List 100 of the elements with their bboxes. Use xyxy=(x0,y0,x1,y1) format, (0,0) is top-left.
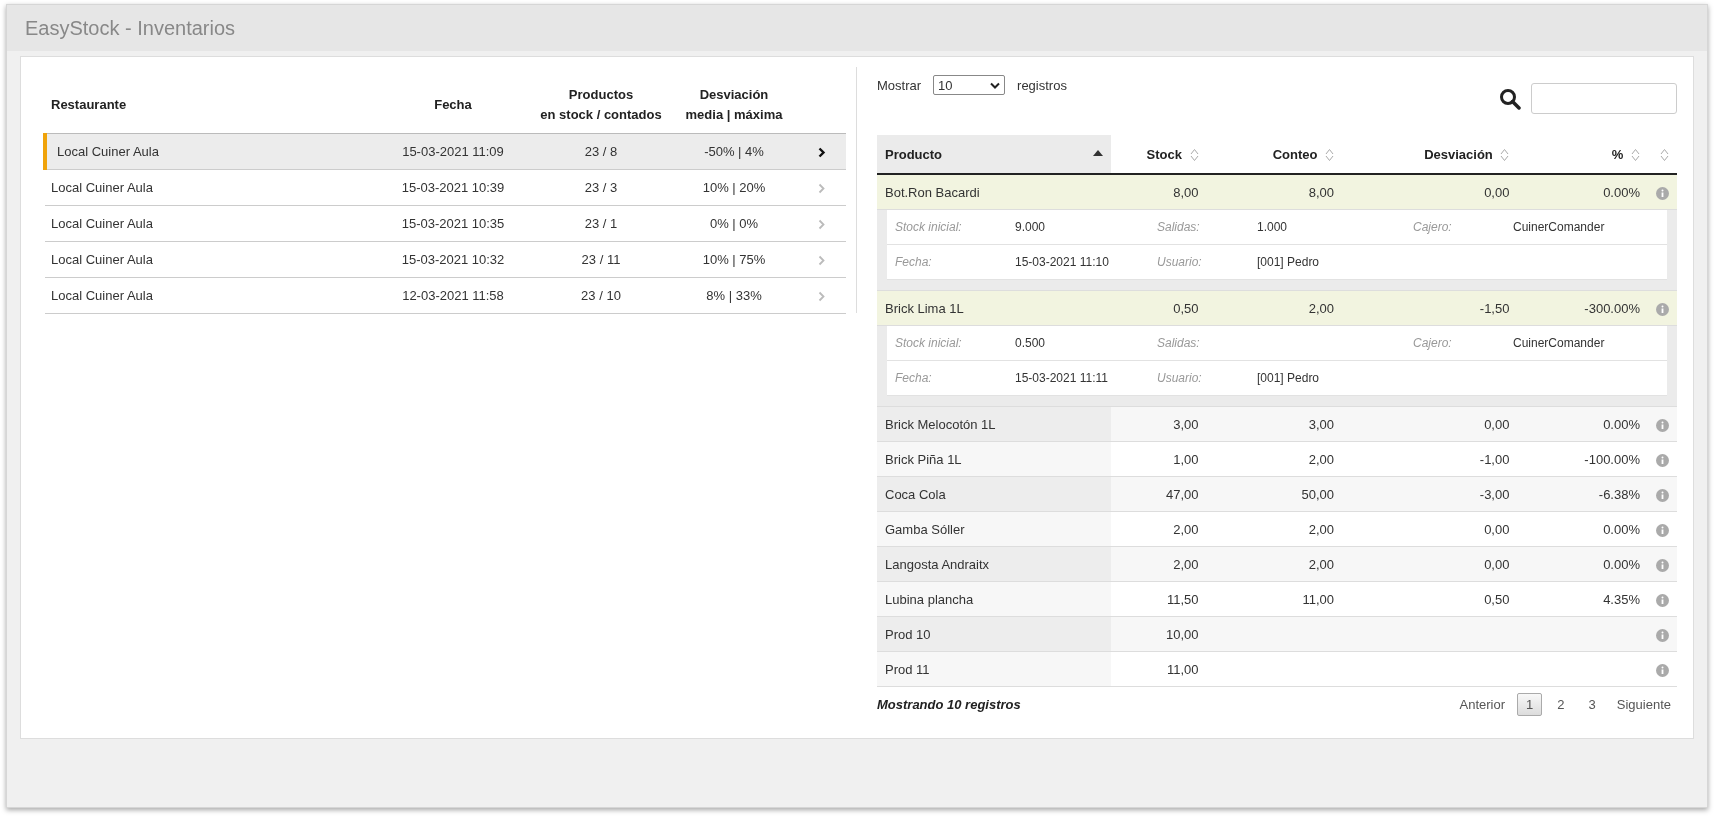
sort-up-icon xyxy=(1092,149,1103,156)
product-row[interactable]: Gamba Sóller 2,00 2,00 0,00 0.00% xyxy=(877,511,1677,547)
table-cell: Prod 10 xyxy=(877,616,1111,652)
table-cell: 23 / 3 xyxy=(532,169,670,206)
product-row[interactable]: Brick Melocotón 1L 3,00 3,00 0,00 0.00% xyxy=(877,406,1677,442)
detail-label: Fecha: xyxy=(895,371,933,385)
info-icon[interactable] xyxy=(1656,628,1669,642)
chevron-right-icon xyxy=(818,291,826,303)
table-cell: 50,00 xyxy=(1301,486,1335,502)
sort-icon xyxy=(1631,147,1640,162)
table-cell: 0.00% xyxy=(1603,521,1640,537)
product-row[interactable]: Prod 10 10,00 xyxy=(877,616,1677,652)
window-title: EasyStock - Inventarios xyxy=(25,16,236,40)
page-button[interactable]: 1 xyxy=(1517,693,1543,716)
table-cell: 8,00 xyxy=(1308,184,1335,200)
table-cell: 2,00 xyxy=(1173,521,1199,537)
records-info: Mostrando 10 registros xyxy=(877,697,1021,712)
table-cell: 4.35% xyxy=(1603,591,1640,607)
table-cell: 0.00% xyxy=(1603,556,1640,572)
next-link[interactable]: Siguiente xyxy=(1610,694,1677,715)
table-cell: 0,50 xyxy=(1484,591,1510,607)
detail-label: Stock inicial: xyxy=(895,336,963,350)
table-cell: 23 / 1 xyxy=(532,205,670,242)
search-icon[interactable] xyxy=(1499,87,1521,110)
inventory-row[interactable]: Local Cuiner Aula 15-03-2021 10:39 23 / 3 10% | 20% xyxy=(45,169,846,206)
table-cell: 0,00 xyxy=(1484,556,1510,572)
table-cell: 0.00% xyxy=(1603,416,1640,432)
table-cell: 2,00 xyxy=(1173,556,1199,572)
product-row[interactable]: Brick Lima 1L 0,50 2,00 -1,50 -300.00% xyxy=(877,290,1677,326)
table-cell: 2,00 xyxy=(1308,300,1335,316)
table-cell: 1,00 xyxy=(1173,451,1199,467)
detail-value: 0.500 xyxy=(1015,336,1046,350)
product-row[interactable]: Coca Cola 47,00 50,00 -3,00 -6.38% xyxy=(877,476,1677,512)
table-cell: 15-03-2021 11:09 xyxy=(374,133,532,170)
table-cell: 10% | 75% xyxy=(670,241,798,278)
detail-value: 15-03-2021 11:11 xyxy=(1015,371,1108,385)
table-cell: 23 / 8 xyxy=(532,133,670,170)
page-button[interactable]: 3 xyxy=(1579,693,1605,716)
product-row[interactable]: Prod 11 11,00 xyxy=(877,651,1677,687)
column-header: Fecha xyxy=(374,77,532,134)
detail-value: 9.000 xyxy=(1015,220,1046,234)
table-cell: 3,00 xyxy=(1173,416,1199,432)
detail-label: Stock inicial: xyxy=(895,220,963,234)
product-row[interactable]: Brick Piña 1L 1,00 2,00 -1,00 -100.00% xyxy=(877,441,1677,477)
table-cell: 0% | 0% xyxy=(670,205,798,242)
table-cell: 11,00 xyxy=(1302,591,1335,607)
info-icon[interactable] xyxy=(1656,186,1669,200)
previous-link[interactable]: Anterior xyxy=(1453,694,1512,715)
product-row[interactable]: Bot.Ron Bacardi 8,00 8,00 0,00 0.00% xyxy=(877,174,1677,210)
show-label: Mostrar xyxy=(877,77,922,93)
table-cell: 3,00 xyxy=(1308,416,1335,432)
detail-value: CuinerComander xyxy=(1513,336,1605,350)
product-row[interactable]: Lubina plancha 11,50 11,00 0,50 4.35% xyxy=(877,581,1677,617)
detail-label: Usuario: xyxy=(1157,255,1203,269)
table-cell: 10% | 20% xyxy=(670,169,798,206)
info-icon[interactable] xyxy=(1656,453,1669,467)
inventory-row[interactable]: Local Cuiner Aula 15-03-2021 10:32 23 / 11 10% | 75% xyxy=(45,241,846,278)
chevron-right-icon xyxy=(818,147,826,159)
table-cell: Local Cuiner Aula xyxy=(45,205,374,242)
table-cell: Coca Cola xyxy=(877,476,1111,512)
inventory-row[interactable]: Local Cuiner Aula 15-03-2021 10:35 23 / 1 0% | 0% xyxy=(45,205,846,242)
page-button[interactable]: 2 xyxy=(1548,693,1574,716)
sort-icon[interactable] xyxy=(1660,147,1669,162)
table-cell: Brick Lima 1L xyxy=(877,290,1111,326)
sort-icon xyxy=(1325,147,1335,162)
search-field[interactable] xyxy=(1531,83,1677,114)
table-cell: 2,00 xyxy=(1308,451,1335,467)
sort-icon xyxy=(1189,147,1199,162)
detail-value: [001] Pedro xyxy=(1257,371,1320,385)
table-cell: 8,00 xyxy=(1173,184,1199,200)
table-cell: Brick Melocotón 1L xyxy=(877,406,1111,442)
table-cell: -3,00 xyxy=(1479,486,1510,502)
table-cell: Prod 11 xyxy=(877,651,1111,687)
info-icon[interactable] xyxy=(1656,663,1669,677)
sort-icon xyxy=(1500,147,1510,162)
column-header[interactable]: Producto xyxy=(877,135,1111,174)
info-icon[interactable] xyxy=(1656,558,1669,572)
chevron-right-icon xyxy=(818,183,826,195)
product-row[interactable]: Langosta Andraitx 2,00 2,00 0,00 0.00% xyxy=(877,546,1677,582)
page-size-select[interactable]: 10 xyxy=(933,75,1006,95)
table-cell: 0,50 xyxy=(1173,300,1199,316)
table-cell: 15-03-2021 10:39 xyxy=(374,169,532,206)
info-icon[interactable] xyxy=(1656,418,1669,432)
info-icon[interactable] xyxy=(1656,488,1669,502)
table-cell: 2,00 xyxy=(1308,556,1335,572)
detail-value: [001] Pedro xyxy=(1257,255,1320,269)
table-cell: Bot.Ron Bacardi xyxy=(877,174,1111,210)
info-icon[interactable] xyxy=(1656,593,1669,607)
table-cell: 15-03-2021 10:35 xyxy=(374,205,532,242)
detail-label: Salidas: xyxy=(1157,336,1201,350)
table-cell: -50% | 4% xyxy=(670,133,798,170)
inventory-row[interactable]: Local Cuiner Aula 15-03-2021 11:09 23 / 8 -50% | 4% xyxy=(45,133,846,170)
table-cell: 47,00 xyxy=(1165,486,1199,502)
chevron-right-icon xyxy=(818,255,826,267)
inventory-row[interactable]: Local Cuiner Aula 12-03-2021 11:58 23 / 10 8% | 33% xyxy=(45,277,846,314)
detail-label: Cajero: xyxy=(1413,220,1453,234)
table-cell: 12-03-2021 11:58 xyxy=(374,277,532,314)
info-icon[interactable] xyxy=(1656,302,1669,316)
info-icon[interactable] xyxy=(1656,523,1669,537)
table-cell: -100.00% xyxy=(1584,451,1640,467)
